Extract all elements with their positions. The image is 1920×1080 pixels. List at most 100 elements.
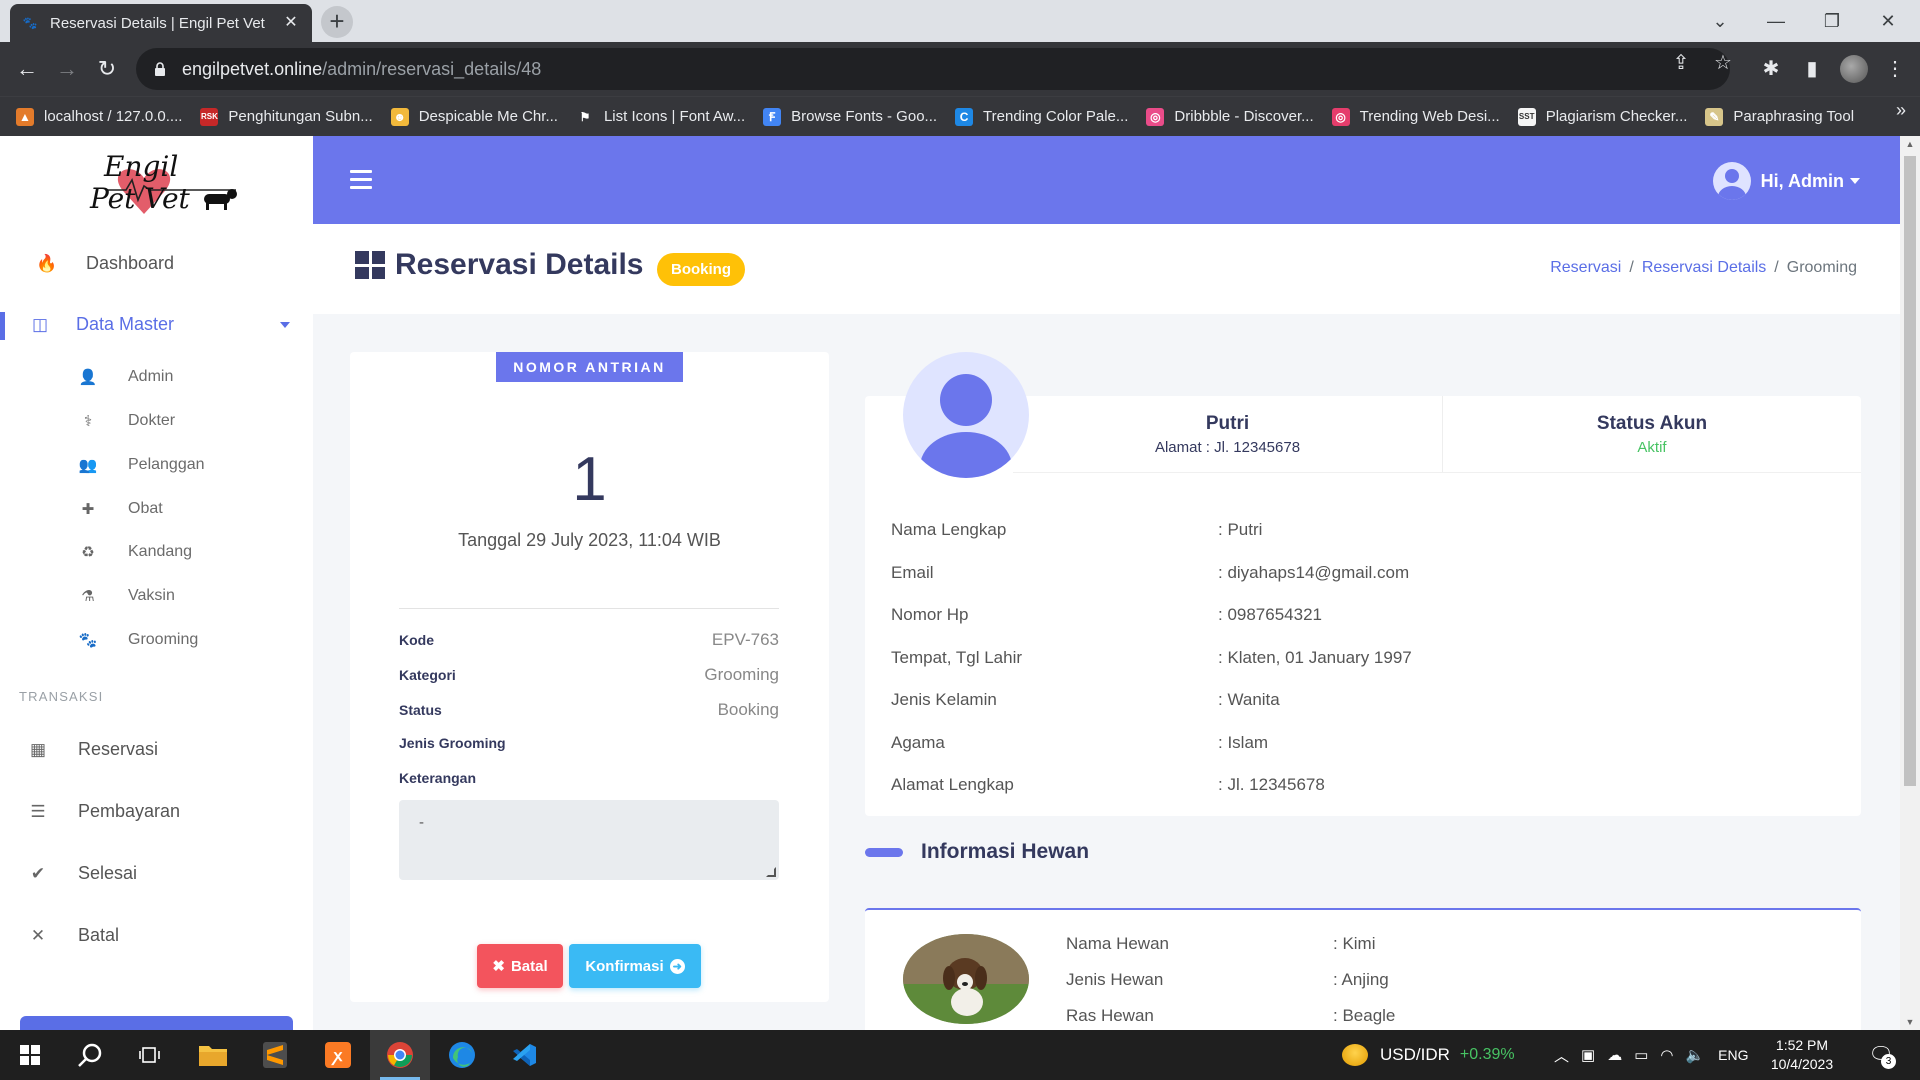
stock-widget[interactable]: USD/IDR +0.39% bbox=[1342, 1030, 1515, 1080]
sidebar-subitem-dokter[interactable]: ⚕ Dokter bbox=[78, 412, 175, 430]
search-icon[interactable] bbox=[60, 1030, 120, 1080]
batal-button[interactable]: ✖ Batal bbox=[477, 944, 563, 988]
chrome-icon[interactable] bbox=[370, 1030, 430, 1080]
address-bar[interactable]: engilpetvet.online/admin/reservasi_detai… bbox=[136, 48, 1730, 90]
sidebar-item-dashboard[interactable]: 🔥 Dashboard bbox=[36, 253, 349, 274]
tab-close-icon[interactable]: ✕ bbox=[282, 14, 300, 32]
side-panel-icon[interactable]: ▮ bbox=[1797, 54, 1827, 84]
sidebar-subitem-admin[interactable]: 👤 Admin bbox=[78, 368, 174, 386]
edge-icon[interactable] bbox=[432, 1030, 492, 1080]
sublime-text-icon[interactable] bbox=[245, 1030, 305, 1080]
pet-value: : Anjing bbox=[1333, 970, 1389, 989]
task-view-icon[interactable] bbox=[120, 1030, 180, 1080]
th-large-icon: ▦ bbox=[29, 739, 47, 759]
scroll-down-icon[interactable]: ▼ bbox=[1900, 1014, 1920, 1030]
info-nama-lengkap: Nama Lengkap: Putri bbox=[891, 520, 1851, 540]
forward-button[interactable]: → bbox=[50, 52, 84, 86]
pet-label: Ras Hewan bbox=[1066, 1006, 1154, 1025]
tab-search-chevron-icon[interactable]: ⌄ bbox=[1692, 0, 1748, 42]
chevron-up-icon[interactable]: ︿ bbox=[1554, 1045, 1569, 1066]
info-label: Jenis Kelamin bbox=[891, 690, 997, 709]
file-explorer-icon[interactable] bbox=[183, 1030, 243, 1080]
onedrive-icon[interactable]: ☁ bbox=[1607, 1046, 1622, 1064]
notification-center-icon[interactable]: 🗨 3 bbox=[1868, 1042, 1896, 1069]
browser-tab-active[interactable]: 🐾 Reservasi Details | Engil Pet Vet ✕ bbox=[10, 4, 312, 42]
wifi-icon[interactable]: ◠ bbox=[1660, 1046, 1673, 1064]
scroll-thumb[interactable] bbox=[1904, 156, 1916, 786]
sidebar-item-reservasi[interactable]: ▦ Reservasi bbox=[28, 739, 341, 760]
browser-menu-icon[interactable]: ⋮ bbox=[1880, 54, 1910, 84]
close-window-button[interactable]: ✕ bbox=[1860, 0, 1916, 42]
sidebar-subitem-grooming[interactable]: 🐾 Grooming bbox=[78, 631, 199, 649]
resize-handle-icon[interactable] bbox=[766, 867, 776, 877]
bookmark-label: Browse Fonts - Goo... bbox=[791, 108, 938, 125]
sidebar-bottom-button[interactable] bbox=[20, 1016, 293, 1030]
customer-name: Putri bbox=[1205, 412, 1250, 434]
caret-down-icon bbox=[1850, 178, 1860, 184]
sidebar-subitem-vaksin[interactable]: ⚗ Vaksin bbox=[78, 587, 175, 605]
restore-button[interactable]: ❐ bbox=[1804, 0, 1860, 42]
extensions-puzzle-icon[interactable]: ✱ bbox=[1756, 54, 1786, 84]
recycle-icon: ♻ bbox=[81, 544, 95, 561]
sidebar-item-pembayaran[interactable]: ☰ Pembayaran bbox=[28, 801, 341, 822]
divider bbox=[399, 608, 779, 609]
scroll-up-icon[interactable]: ▲ bbox=[1900, 136, 1920, 152]
sidebar-item-data-master[interactable]: ◫ Data Master bbox=[30, 314, 290, 335]
users-icon: 👥 bbox=[78, 457, 98, 474]
field-key: Keterangan bbox=[399, 770, 477, 786]
info-value: : Putri bbox=[1218, 520, 1263, 539]
check-icon: ✔ bbox=[30, 863, 46, 883]
windows-taskbar: ꭗ USD/IDR +0.39% ︿ ▣ ☁ ▭ ◠ 🔈 ENG 1:52 PM… bbox=[0, 1030, 1920, 1080]
bookmark-item[interactable]: ⚑ List Icons | Font Aw... bbox=[575, 107, 745, 126]
keterangan-textarea[interactable]: - bbox=[399, 800, 779, 880]
sidebar: Engil Pet Vet 🔥 Dashboard ◫ Data Master … bbox=[0, 136, 313, 1030]
page-scrollbar[interactable]: ▲ ▼ bbox=[1900, 136, 1920, 1030]
engil-pet-vet-logo[interactable]: Engil Pet Vet bbox=[86, 142, 246, 220]
info-agama: Agama: Islam bbox=[891, 733, 1851, 753]
sidebar-item-label: Dashboard bbox=[86, 253, 175, 273]
sidebar-item-selesai[interactable]: ✔ Selesai bbox=[28, 863, 341, 884]
subitem-label: Admin bbox=[128, 368, 174, 385]
browser-profile-avatar[interactable] bbox=[1840, 55, 1868, 83]
tab-strip: 🐾 Reservasi Details | Engil Pet Vet ✕ + … bbox=[0, 0, 1920, 42]
konfirmasi-button[interactable]: Konfirmasi ➜ bbox=[569, 944, 701, 988]
breadcrumb-reservasi[interactable]: Reservasi bbox=[1550, 259, 1621, 277]
bookmarks-overflow-icon[interactable]: » bbox=[1896, 100, 1906, 121]
language-indicator[interactable]: ENG bbox=[1718, 1047, 1748, 1063]
bookmark-item[interactable]: SST Plagiarism Checker... bbox=[1517, 107, 1688, 126]
meet-now-icon[interactable]: ▣ bbox=[1581, 1046, 1595, 1064]
minimize-button[interactable]: — bbox=[1748, 0, 1804, 42]
breadcrumb-reservasi-details[interactable]: Reservasi Details bbox=[1642, 259, 1766, 277]
bookmark-item[interactable]: ☻ Despicable Me Chr... bbox=[390, 107, 558, 126]
bookmark-item[interactable]: Ꞙ Browse Fonts - Goo... bbox=[763, 107, 938, 126]
windows-start-icon[interactable] bbox=[0, 1030, 60, 1080]
share-icon[interactable]: ⇪ bbox=[1670, 52, 1692, 74]
bookmark-label: localhost / 127.0.0.... bbox=[44, 108, 183, 125]
sidebar-subitem-pelanggan[interactable]: 👥 Pelanggan bbox=[78, 456, 205, 474]
reload-button[interactable]: ↻ bbox=[90, 52, 124, 86]
sidebar-subitem-obat[interactable]: ✚ Obat bbox=[78, 500, 163, 518]
times-icon: ✕ bbox=[30, 925, 46, 945]
battery-icon[interactable]: ▭ bbox=[1634, 1046, 1648, 1064]
bookmark-item[interactable]: ◎ Dribbble - Discover... bbox=[1146, 107, 1314, 126]
sidebar-item-batal[interactable]: ✕ Batal bbox=[28, 925, 341, 946]
bookmark-item[interactable]: ◎ Trending Web Desi... bbox=[1331, 107, 1500, 126]
bookmark-label: Plagiarism Checker... bbox=[1545, 108, 1688, 125]
volume-icon[interactable]: 🔈 bbox=[1685, 1046, 1704, 1064]
new-tab-button[interactable]: + bbox=[321, 6, 353, 38]
bookmark-item[interactable]: RSK Penghitungan Subn... bbox=[200, 107, 373, 126]
user-dropdown[interactable]: Hi, Admin bbox=[1712, 162, 1860, 200]
hamburger-menu-icon[interactable] bbox=[350, 170, 372, 190]
sidebar-subitem-kandang[interactable]: ♻ Kandang bbox=[78, 543, 192, 561]
bookmark-item[interactable]: ✎ Paraphrasing Tool bbox=[1705, 107, 1854, 126]
back-button[interactable]: ← bbox=[10, 52, 44, 86]
vscode-icon[interactable] bbox=[494, 1030, 554, 1080]
bookmark-item[interactable]: C Trending Color Pale... bbox=[955, 107, 1128, 126]
info-jenis-kelamin: Jenis Kelamin: Wanita bbox=[891, 690, 1851, 710]
sidebar-item-label: Batal bbox=[78, 925, 120, 945]
pet-value: : Beagle bbox=[1333, 1006, 1396, 1025]
bookmark-star-icon[interactable]: ☆ bbox=[1712, 52, 1734, 74]
xampp-icon[interactable]: ꭗ bbox=[308, 1030, 368, 1080]
clock[interactable]: 1:52 PM 10/4/2023 bbox=[1752, 1036, 1852, 1074]
bookmark-item[interactable]: ▲ localhost / 127.0.0.... bbox=[16, 107, 183, 126]
